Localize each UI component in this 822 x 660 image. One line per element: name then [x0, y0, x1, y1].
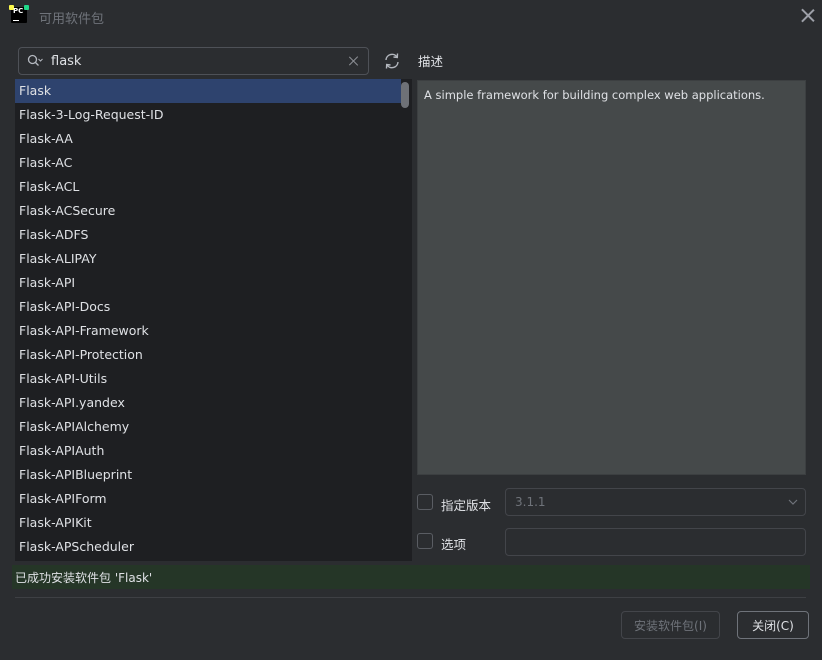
title-bar: PC 可用软件包 — [0, 0, 822, 34]
dialog-window: PC 可用软件包 FlaskFlask-3-Log-Request-IDFlas… — [0, 0, 822, 660]
search-icon — [27, 54, 43, 66]
search-input[interactable] — [51, 52, 341, 70]
package-list-item[interactable]: Flask-API.yandex — [15, 391, 401, 415]
package-list-item[interactable]: Flask-API-Framework — [15, 319, 401, 343]
search-box[interactable] — [18, 47, 369, 75]
specify-version-checkbox[interactable] — [417, 494, 433, 510]
package-list-item[interactable]: Flask-APIForm — [15, 487, 401, 511]
close-button[interactable]: 关闭(C) — [737, 611, 809, 639]
options-label: 选项 — [441, 537, 467, 552]
package-list-item[interactable]: Flask-ALIPAY — [15, 247, 401, 271]
window-title: 可用软件包 — [39, 12, 105, 27]
close-icon[interactable] — [801, 8, 815, 22]
package-list-item[interactable]: Flask-API — [15, 271, 401, 295]
status-text: 已成功安装软件包 'Flask' — [15, 571, 153, 585]
description-label: 描述 — [418, 54, 444, 69]
package-list-item[interactable]: Flask-APIAuth — [15, 439, 401, 463]
scrollbar-thumb[interactable] — [401, 82, 409, 108]
package-list-item[interactable]: Flask-APIKit — [15, 511, 401, 535]
package-list-item[interactable]: Flask-ACSecure — [15, 199, 401, 223]
status-bar: 已成功安装软件包 'Flask' — [12, 565, 810, 589]
package-list-item[interactable]: Flask-ACL — [15, 175, 401, 199]
package-list-item[interactable]: Flask-APScheduler — [15, 535, 401, 559]
description-text: A simple framework for building complex … — [424, 88, 765, 102]
package-list[interactable]: Flask Flask-3-Log-Request-ID Flask-AA Flask… — [15, 79, 412, 561]
options-checkbox[interactable] — [417, 533, 433, 549]
chevron-down-icon — [788, 499, 798, 505]
logo-text: PC — [13, 7, 24, 15]
options-input[interactable] — [505, 528, 806, 556]
package-list-item[interactable]: Flask-APIBlueprint — [15, 463, 401, 487]
specify-version-label: 指定版本 — [441, 498, 492, 513]
refresh-icon[interactable] — [382, 51, 402, 71]
package-list-item[interactable]: Flask — [15, 79, 401, 103]
install-package-button[interactable]: 安装软件包(I) — [621, 611, 720, 639]
clear-icon[interactable] — [348, 55, 360, 67]
version-select: 3.1.1 — [505, 488, 806, 516]
package-list-item[interactable]: Flask-AA — [15, 127, 401, 151]
package-list-item[interactable]: Flask-3-Log-Request-ID — [15, 103, 401, 127]
divider — [15, 597, 806, 598]
package-list-item[interactable]: Flask-API-Protection — [15, 343, 401, 367]
package-list-item[interactable]: Flask-API-Docs — [15, 295, 401, 319]
pycharm-logo-icon: PC — [9, 5, 29, 23]
version-value: 3.1.1 — [515, 495, 546, 509]
description-panel: A simple framework for building complex … — [417, 80, 806, 475]
package-list-item[interactable]: Flask-APIAlchemy — [15, 415, 401, 439]
package-list-item[interactable]: Flask-AC — [15, 151, 401, 175]
package-list-item[interactable]: Flask-ADFS — [15, 223, 401, 247]
package-list-item[interactable]: Flask-API-Utils — [15, 367, 401, 391]
